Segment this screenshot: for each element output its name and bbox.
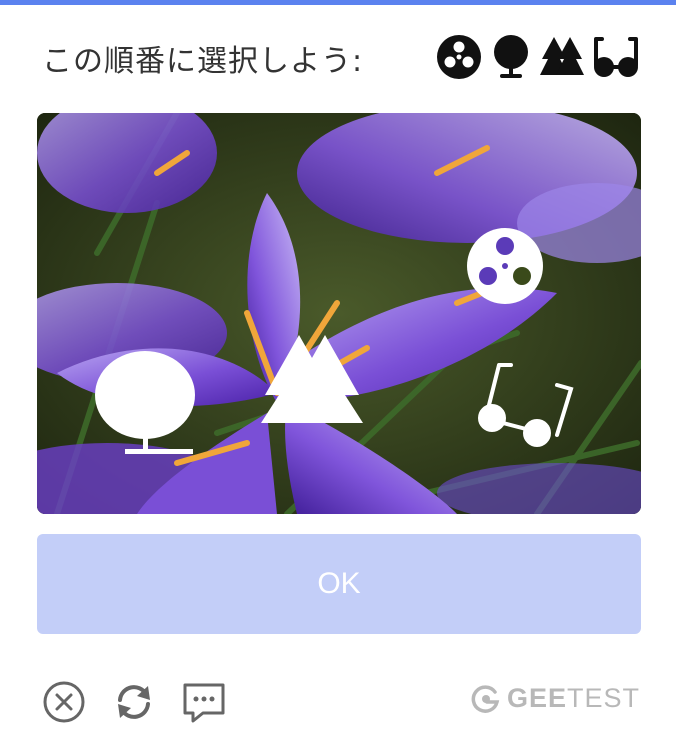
captcha-image[interactable] (37, 113, 641, 514)
pine-trees-icon (540, 37, 584, 75)
close-button[interactable] (40, 678, 88, 726)
geetest-logo-icon (471, 684, 500, 713)
close-icon (43, 681, 85, 723)
overlay-film-reel-icon (467, 228, 543, 304)
instruction-text: この順番に選択しよう: (42, 44, 364, 79)
tree-icon (494, 35, 528, 78)
feedback-icon (183, 683, 225, 723)
footer-tools (40, 678, 228, 726)
top-accent-bar (0, 0, 676, 5)
target-icon-sequence (436, 32, 640, 82)
film-reel-icon (437, 35, 481, 79)
refresh-icon (118, 685, 150, 719)
brand-light: TEST (566, 683, 640, 713)
brand-bold: GEE (506, 683, 567, 713)
geetest-logo: GEETEST (471, 683, 640, 714)
refresh-button[interactable] (110, 678, 158, 726)
crocus-photo (37, 113, 641, 514)
ok-button[interactable]: OK (37, 534, 641, 634)
glasses-icon (594, 37, 638, 77)
feedback-button[interactable] (180, 678, 228, 726)
